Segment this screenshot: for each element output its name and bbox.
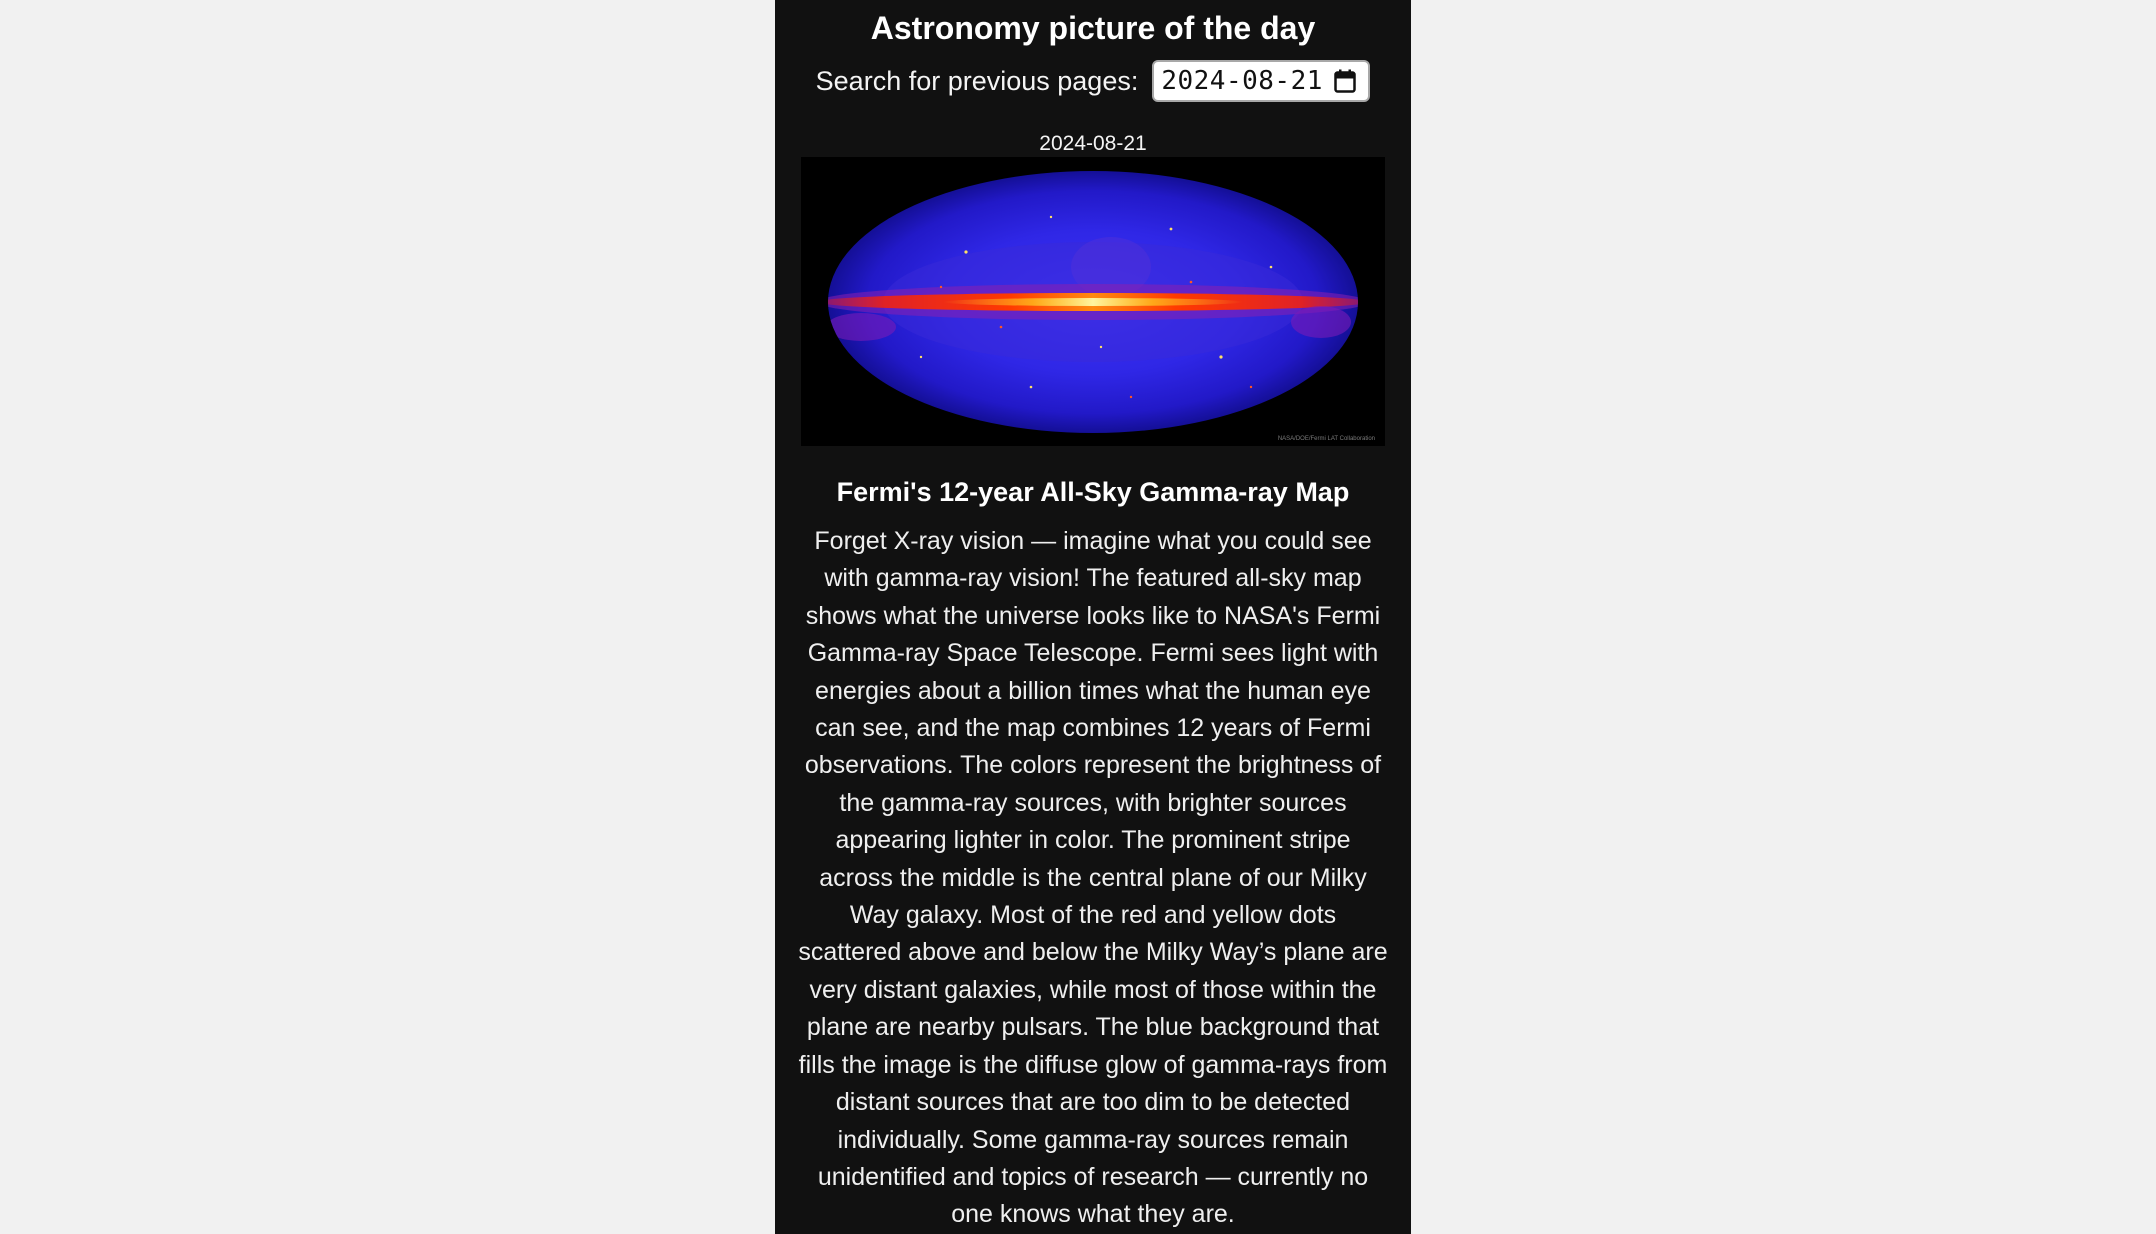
search-label: Search for previous pages: bbox=[815, 66, 1139, 96]
picture-date: 2024-08-21 bbox=[1039, 132, 1147, 155]
calendar-icon[interactable] bbox=[1334, 69, 1357, 93]
page-title: Astronomy picture of the day bbox=[870, 10, 1316, 46]
picture-explanation: Forget X-ray vision — imagine what you c… bbox=[798, 527, 1388, 1229]
image-credit: NASA/DOE/Fermi LAT Collaboration bbox=[1278, 436, 1375, 442]
date-search-row: Search for previous pages: 2024-08-21 bbox=[775, 60, 1411, 102]
date-input-value: 2024-08-21 bbox=[1161, 66, 1323, 96]
apod-page: Astronomy picture of the day Search for … bbox=[775, 0, 1411, 1234]
gamma-ray-sky-map-image: NASA/DOE/Fermi LAT Collaboration bbox=[801, 157, 1385, 446]
picture-title: Fermi's 12-year All-Sky Gamma-ray Map bbox=[836, 477, 1350, 507]
date-picker-input[interactable]: 2024-08-21 bbox=[1152, 60, 1371, 102]
